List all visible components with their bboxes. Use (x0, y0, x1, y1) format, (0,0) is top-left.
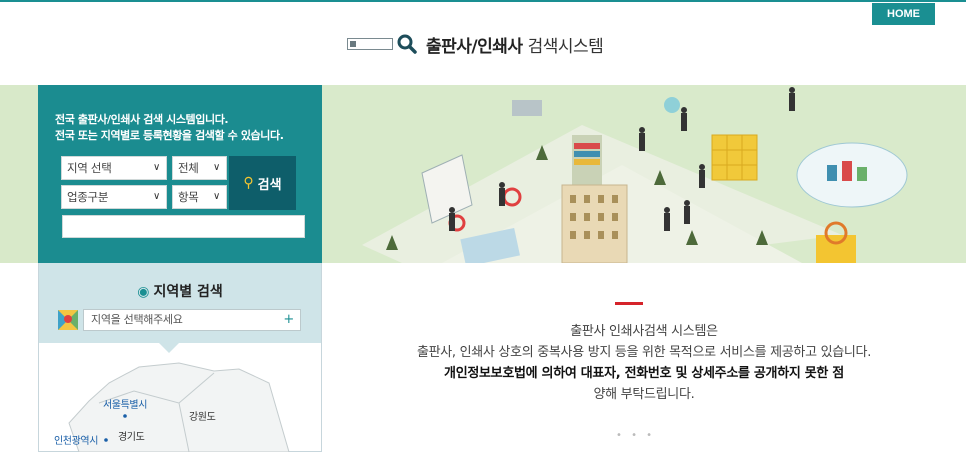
scope-select[interactable]: 전체 ∨ (172, 156, 227, 180)
map-label-gangwon[interactable]: 강원도 (189, 408, 216, 423)
region-search-header: ◉ 지역별 검색 지역을 선택해주세요 + (39, 263, 321, 343)
chevron-down-icon: ∨ (212, 191, 220, 202)
home-button[interactable]: HOME (872, 3, 935, 25)
logo-subtitle: 검색시스템 (527, 36, 604, 57)
item-select-value: 항목 (178, 190, 199, 204)
search-panel: 전국 출판사/인쇄사 검색 시스템입니다. 전국 또는 지역별로 등록현황을 검… (38, 85, 322, 263)
map-label-gyeonggi[interactable]: 경기도 (118, 428, 145, 443)
section-divider (615, 302, 643, 305)
top-accent-line (0, 0, 966, 2)
industry-select[interactable]: 업종구분 ∨ (61, 185, 167, 209)
notice-line-3: 개인정보보호법에 의하여 대표자, 전화번호 및 상세주소를 공개하지 못한 점 (444, 366, 844, 381)
site-logo[interactable]: 출판사/인쇄사 검색시스템 (347, 30, 604, 58)
city-books-illustration (322, 85, 966, 263)
logo-title: 출판사/인쇄사 (426, 36, 523, 57)
chevron-down-icon: ∨ (212, 162, 220, 173)
map-icon (58, 310, 78, 330)
scope-select-value: 전체 (178, 161, 199, 175)
notice-line-4: 양해 부탁드립니다. (593, 387, 695, 402)
map-label-incheon[interactable]: 인천광역시 (54, 432, 98, 447)
map-label-seoul[interactable]: 서울특별시 (103, 396, 147, 411)
region-select[interactable]: 지역 선택 ∨ (61, 156, 167, 180)
region-search-title: ◉ 지역별 검색 (39, 281, 321, 301)
intro-line-2: 전국 또는 지역별로 등록현황을 검색할 수 있습니다. (55, 129, 284, 142)
location-pin-icon: ◉ (137, 284, 150, 300)
chevron-down-icon: ∨ (152, 162, 160, 173)
banner-illustration (322, 85, 966, 263)
notice-line-1: 출판사 인쇄사검색 시스템은 (570, 324, 718, 339)
pager-dots[interactable]: • • • (616, 430, 655, 441)
keyword-input[interactable] (62, 215, 305, 238)
notice-text: 출판사 인쇄사검색 시스템은 출판사, 인쇄사 상호의 중복사용 방지 등을 위… (322, 321, 966, 405)
region-select-placeholder: 지역을 선택해주세요 (91, 313, 183, 326)
region-search-panel: ◉ 지역별 검색 지역을 선택해주세요 + 서울특별시 강원도 경기도 인천광역시 (38, 263, 322, 452)
search-intro: 전국 출판사/인쇄사 검색 시스템입니다. 전국 또는 지역별로 등록현황을 검… (55, 112, 284, 144)
notice-line-2: 출판사, 인쇄사 상호의 중복사용 방지 등을 위한 목적으로 서비스를 제공하… (416, 345, 872, 360)
plus-icon: + (283, 312, 294, 327)
region-select-value: 지역 선택 (67, 161, 112, 175)
region-search-title-text: 지역별 검색 (153, 284, 223, 300)
chevron-down-icon: ∨ (152, 191, 160, 202)
search-button-label: 검색 (257, 177, 282, 193)
logo-graphic (347, 38, 393, 50)
region-select-input[interactable]: 지역을 선택해주세요 + (83, 309, 301, 331)
item-select[interactable]: 항목 ∨ (172, 185, 227, 209)
header-pointer-caret (159, 343, 179, 353)
intro-line-1: 전국 출판사/인쇄사 검색 시스템입니다. (55, 113, 229, 126)
magnifier-icon (397, 34, 417, 54)
industry-select-value: 업종구분 (67, 190, 109, 204)
search-icon: ⚲ (243, 175, 254, 191)
search-button[interactable]: ⚲ 검색 (229, 156, 296, 210)
